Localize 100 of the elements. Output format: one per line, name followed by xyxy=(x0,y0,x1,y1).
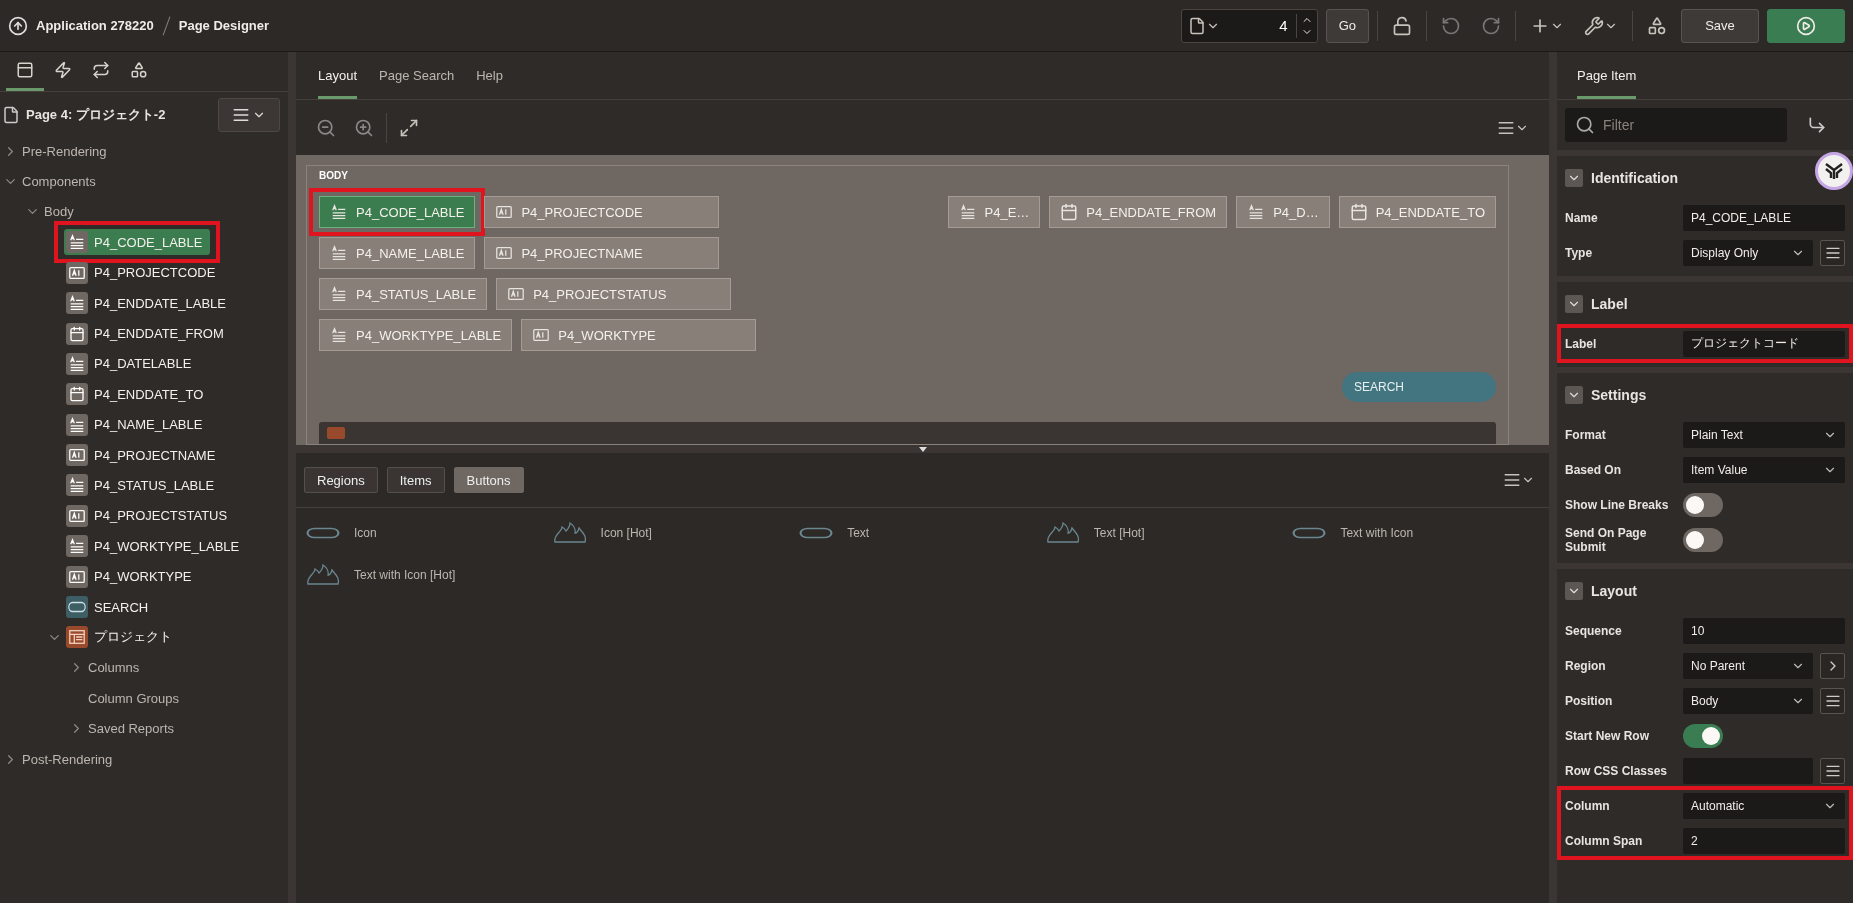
button-template[interactable]: Text with Icon [Hot] xyxy=(354,568,456,582)
calendar-icon xyxy=(1060,203,1079,221)
rendering-tree-icon xyxy=(16,61,34,79)
toggle-switch[interactable] xyxy=(1683,723,1723,748)
label-item-icon xyxy=(330,285,348,303)
zoom-out-icon xyxy=(316,117,336,138)
tab[interactable]: Help xyxy=(476,68,503,99)
text-field-icon xyxy=(507,285,526,303)
list-button[interactable] xyxy=(1820,239,1845,266)
tree-item[interactable]: Body xyxy=(42,202,82,222)
property-label: Region xyxy=(1565,658,1607,673)
label-item-icon xyxy=(68,476,86,495)
property-label: Show Line Breaks xyxy=(1565,497,1670,512)
section-title: Identification xyxy=(1591,170,1679,186)
undo-icon xyxy=(1441,15,1461,36)
wrench-icon xyxy=(1584,15,1604,36)
tree-item[interactable]: Post-Rendering xyxy=(20,749,121,769)
tree-item[interactable]: Column Groups xyxy=(86,688,188,708)
select-field[interactable]: Item Value xyxy=(1683,456,1845,483)
property-label: Label xyxy=(1565,336,1598,351)
tree-item[interactable]: Pre-Rendering xyxy=(20,141,115,161)
text-field-icon xyxy=(495,203,514,221)
expand-icon xyxy=(399,117,419,138)
toggle-switch[interactable] xyxy=(1683,492,1723,517)
gallery-tab[interactable]: Items xyxy=(386,467,445,493)
label-item-icon xyxy=(330,244,348,262)
page-title: Page 4: プロジェクト-2 xyxy=(26,106,166,124)
button-template[interactable]: Icon [Hot] xyxy=(600,526,652,540)
save-button[interactable]: Save xyxy=(1681,8,1759,43)
list-button[interactable] xyxy=(1820,687,1845,714)
redo-icon xyxy=(1481,15,1501,36)
text-field-icon xyxy=(495,244,514,262)
page-icon xyxy=(1187,16,1206,35)
list-button[interactable] xyxy=(1820,757,1845,784)
search-button[interactable]: SEARCH xyxy=(1342,372,1496,402)
tree-item[interactable]: P4_PROJECTCODE xyxy=(64,259,224,286)
layout-item[interactable]: P4_PROJECTSTATUS xyxy=(496,278,732,310)
layout-item[interactable]: P4_PROJECTNAME xyxy=(484,237,720,269)
label-item-icon xyxy=(68,294,86,313)
label-item-icon xyxy=(958,203,977,221)
tree-item[interactable]: P4_ENDDATE_LABLE xyxy=(64,290,234,317)
gallery-tab[interactable]: Buttons xyxy=(453,467,524,493)
run-button[interactable] xyxy=(1767,8,1845,43)
gallery-tab[interactable]: Regions xyxy=(304,467,378,493)
tree-item[interactable]: P4_ENDDATE_FROM xyxy=(64,320,232,347)
layout-item[interactable]: P4_WORKTYPE xyxy=(521,319,757,351)
collapse-arrow-icon[interactable] xyxy=(918,446,927,452)
text-field[interactable]: プロジェクトコード xyxy=(1683,330,1845,357)
tab[interactable]: Page Item xyxy=(1577,68,1637,99)
property-label: Name xyxy=(1565,210,1599,225)
button-pill-icon xyxy=(1292,527,1327,539)
button-template[interactable]: Text with Icon xyxy=(1340,526,1414,540)
tree-item[interactable]: P4_STATUS_LABLE xyxy=(64,472,223,499)
tree-item[interactable]: P4_NAME_LABLE xyxy=(64,411,211,438)
tree-item[interactable]: P4_WORKTYPE xyxy=(64,563,200,590)
select-field[interactable]: Automatic xyxy=(1683,792,1845,819)
go-button[interactable]: Go xyxy=(1325,8,1369,43)
property-label: Start New Row xyxy=(1565,728,1650,743)
label-item-icon xyxy=(68,354,86,373)
button-template[interactable]: Text [Hot] xyxy=(1093,526,1145,540)
text-field-icon xyxy=(532,326,551,344)
tree-item[interactable]: Components xyxy=(20,172,104,192)
select-field[interactable]: No Parent xyxy=(1683,652,1814,679)
collapse-toggle[interactable] xyxy=(1565,169,1583,187)
tree-item[interactable]: P4_DATELABLE xyxy=(64,350,200,377)
button-template[interactable]: Icon xyxy=(354,526,377,540)
tree-menu-button[interactable] xyxy=(218,98,280,132)
logo-icon[interactable] xyxy=(1815,152,1853,190)
select-field[interactable]: Body xyxy=(1683,687,1814,714)
text-field[interactable]: 2 xyxy=(1683,827,1845,854)
tree-item[interactable]: プロジェクト xyxy=(64,624,180,651)
select-field[interactable]: Display Only xyxy=(1683,239,1814,266)
layout-item[interactable]: P4_PROJECTCODE xyxy=(484,196,720,228)
filter-field[interactable]: Filter xyxy=(1565,108,1787,142)
return-arrow-icon[interactable] xyxy=(1807,115,1827,135)
region-label: BODY xyxy=(319,170,349,181)
collapse-toggle[interactable] xyxy=(1565,295,1583,313)
tree-item[interactable]: Saved Reports xyxy=(86,719,182,739)
select-field[interactable]: Plain Text xyxy=(1683,421,1845,448)
application-link[interactable]: Application 278220 xyxy=(36,18,154,33)
text-field[interactable]: 10 xyxy=(1683,617,1845,644)
collapse-toggle[interactable] xyxy=(1565,386,1583,404)
page-designer-title: Page Designer xyxy=(178,18,270,33)
button-template[interactable]: Text xyxy=(847,526,870,540)
tree-item[interactable]: P4_PROJECTNAME xyxy=(64,442,224,469)
tree-item[interactable]: SEARCH xyxy=(64,594,157,621)
tab[interactable]: Page Search xyxy=(379,68,455,99)
text-field[interactable]: P4_CODE_LABLE xyxy=(1683,204,1845,231)
tree-item[interactable]: P4_PROJECTSTATUS xyxy=(64,502,236,529)
toggle-switch[interactable] xyxy=(1683,527,1723,552)
collapse-toggle[interactable] xyxy=(1565,582,1583,600)
tree-item[interactable]: Columns xyxy=(86,658,148,678)
go-button[interactable] xyxy=(1820,652,1845,679)
zoom-in-icon xyxy=(354,117,374,138)
page-selector[interactable]: 4 xyxy=(1180,8,1318,43)
tree-item[interactable]: P4_ENDDATE_TO xyxy=(64,381,212,408)
layout-item[interactable]: P4_CODE_LABLE xyxy=(319,196,476,228)
tree-item[interactable]: P4_WORKTYPE_LABLE xyxy=(64,533,248,560)
tree-item[interactable]: P4_CODE_LABLE xyxy=(64,229,211,256)
page-icon xyxy=(2,106,20,124)
